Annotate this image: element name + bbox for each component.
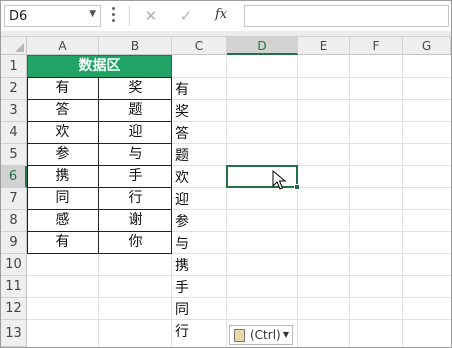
- column-c-char: 答: [175, 126, 189, 142]
- row-header-2[interactable]: 2: [1, 78, 27, 100]
- table-cell[interactable]: 你: [99, 232, 172, 253]
- row-header-6[interactable]: 6: [1, 166, 27, 188]
- table-cell[interactable]: 答: [27, 100, 98, 121]
- formula-input[interactable]: [244, 5, 449, 27]
- chevron-down-icon: ▼: [282, 330, 289, 339]
- row-header-1[interactable]: 1: [1, 55, 27, 78]
- table-cell[interactable]: 奖: [99, 78, 172, 99]
- cancel-icon[interactable]: ✕: [142, 7, 160, 25]
- column-header-e[interactable]: E: [298, 37, 350, 55]
- gridline: [27, 297, 451, 298]
- row-header-10[interactable]: 10: [1, 254, 27, 276]
- paste-options-button[interactable]: (Ctrl) ▼: [229, 325, 293, 345]
- column-c-char: 手: [175, 280, 189, 296]
- spreadsheet-grid[interactable]: A B C D E F G 1 2 3 4 5 6 7 8 9 10 11 12…: [1, 37, 451, 347]
- table-cell[interactable]: 感: [27, 210, 98, 231]
- gridline: [27, 319, 451, 320]
- column-header-g[interactable]: G: [403, 37, 451, 55]
- row-header-13[interactable]: 13: [1, 320, 27, 347]
- mouse-pointer-icon: [272, 170, 287, 190]
- column-c-char: 迎: [175, 192, 189, 208]
- table-cell[interactable]: 手: [99, 166, 172, 187]
- row-header-3[interactable]: 3: [1, 100, 27, 122]
- more-options-icon[interactable]: [112, 7, 116, 25]
- table-cell[interactable]: 迎: [99, 122, 172, 143]
- row-header-11[interactable]: 11: [1, 276, 27, 298]
- column-header-c[interactable]: C: [172, 37, 227, 55]
- column-header-d[interactable]: D: [227, 37, 298, 55]
- column-header-a[interactable]: A: [27, 37, 99, 55]
- clipboard-icon: [234, 329, 245, 342]
- column-c-char: 行: [175, 324, 189, 340]
- column-c-char: 题: [175, 148, 189, 164]
- table-cell[interactable]: 题: [99, 100, 172, 121]
- row-header-5[interactable]: 5: [1, 144, 27, 166]
- data-header-cell[interactable]: 数据区: [27, 55, 172, 78]
- formula-bar: D6 ▼ ✕ ✓ fx: [1, 1, 451, 31]
- select-all-button[interactable]: [1, 37, 27, 55]
- fill-handle[interactable]: [294, 184, 300, 190]
- table-cell[interactable]: 与: [99, 144, 172, 165]
- column-c-char: 欢: [175, 170, 189, 186]
- table-cell[interactable]: 谢: [99, 210, 172, 231]
- insert-function-button[interactable]: fx: [215, 7, 227, 22]
- row-header-4[interactable]: 4: [1, 122, 27, 144]
- table-cell[interactable]: 欢: [27, 122, 98, 143]
- table-cell[interactable]: 行: [99, 188, 172, 209]
- gridline: [27, 275, 451, 276]
- column-c-char: 携: [175, 258, 189, 274]
- row-header-7[interactable]: 7: [1, 188, 27, 210]
- table-cell[interactable]: 参: [27, 144, 98, 165]
- name-box[interactable]: D6 ▼: [4, 5, 101, 27]
- column-header-b[interactable]: B: [99, 37, 172, 55]
- column-c-char: 奖: [175, 104, 189, 120]
- chevron-down-icon[interactable]: ▼: [89, 9, 96, 19]
- row-header-9[interactable]: 9: [1, 232, 27, 254]
- table-cell[interactable]: 有: [27, 232, 98, 253]
- table-cell[interactable]: 携: [27, 166, 98, 187]
- row-header-8[interactable]: 8: [1, 210, 27, 232]
- table-cell[interactable]: 同: [27, 188, 98, 209]
- column-header-f[interactable]: F: [350, 37, 403, 55]
- column-c-char: 与: [175, 236, 189, 252]
- paste-options-label: (Ctrl): [250, 328, 281, 342]
- name-box-value: D6: [9, 9, 28, 24]
- row-header-12[interactable]: 12: [1, 298, 27, 320]
- column-c-char: 参: [175, 214, 189, 230]
- column-c-char: 同: [175, 302, 189, 318]
- column-c-char: 有: [175, 82, 189, 98]
- enter-icon[interactable]: ✓: [177, 7, 195, 25]
- formula-bar-divider: [129, 6, 130, 26]
- table-cell[interactable]: 有: [27, 78, 98, 99]
